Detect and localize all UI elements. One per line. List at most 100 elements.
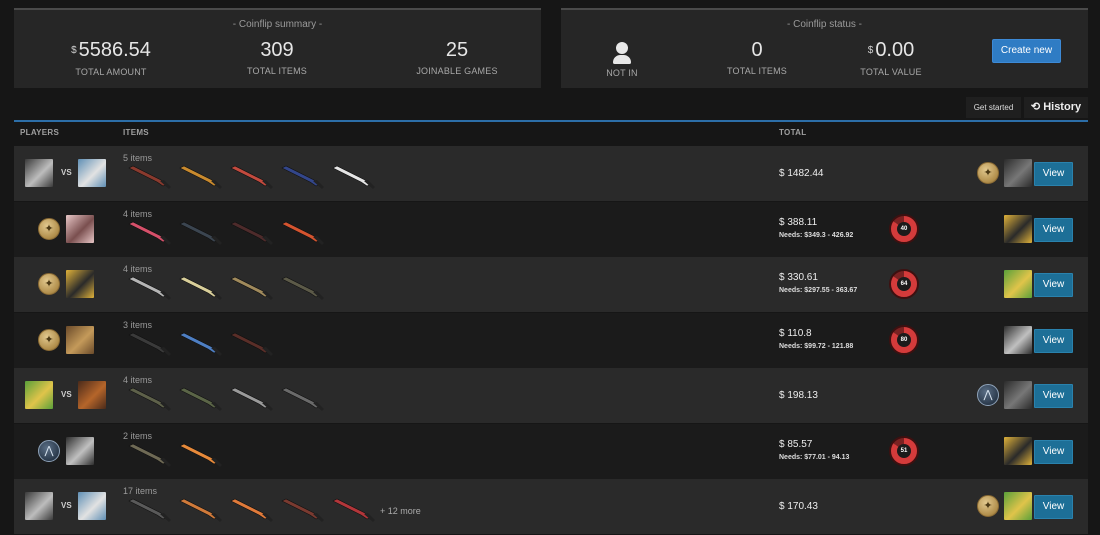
owner-avatar — [1004, 270, 1032, 298]
joinable-games-stat: 25 JOINABLE GAMES — [387, 38, 527, 76]
ct-coin-icon — [977, 384, 999, 406]
needs-range: Needs: $349.3 - 426.92 — [779, 232, 854, 239]
total-amount-stat: $5586.54 TOTAL AMOUNT — [41, 38, 181, 77]
total-amount-value: $5586.54 — [71, 39, 151, 61]
skin-item — [178, 220, 224, 246]
total-value: $ 170.43 — [779, 501, 818, 512]
items-count: 2 items — [123, 431, 153, 441]
view-button[interactable]: View — [1034, 495, 1073, 519]
skin-item — [280, 275, 326, 301]
needs-range: Needs: $297.55 - 363.67 — [779, 287, 858, 294]
joinable-games-label: JOINABLE GAMES — [416, 66, 498, 76]
skin-item — [127, 386, 173, 412]
view-button[interactable]: View — [1034, 273, 1073, 297]
t-coin-icon — [38, 329, 60, 351]
skin-item — [280, 220, 326, 246]
status-total-items-stat: 0 TOTAL ITEMS — [687, 38, 827, 76]
ct-coin-icon — [38, 440, 60, 462]
total-value: $ 198.13 — [779, 390, 818, 401]
coinflip-status-panel: - Coinflip status - NOT IN 0 TOTAL ITEMS… — [561, 8, 1088, 88]
game-row: 4 items $ 330.61 Needs: $297.55 - 363.67 64… — [14, 257, 1088, 312]
create-new-button[interactable]: Create new — [992, 39, 1061, 63]
owner-avatar — [1004, 326, 1032, 354]
skin-item — [127, 164, 173, 190]
history-button[interactable]: ⟲ History — [1024, 97, 1088, 118]
player-two-avatar — [78, 492, 106, 520]
header-players: PLAYERS — [20, 128, 60, 137]
player-avatar — [66, 215, 94, 243]
needs-range: Needs: $77.01 - 94.13 — [779, 454, 850, 461]
view-button[interactable]: View — [1034, 384, 1073, 408]
skin-item — [127, 220, 173, 246]
total-items-label: TOTAL ITEMS — [246, 66, 308, 76]
countdown-value: 64 — [897, 277, 911, 291]
countdown-timer: 64 — [889, 269, 919, 299]
total-value: $ 388.11 — [779, 217, 818, 228]
skin-item — [178, 442, 224, 468]
view-button[interactable]: View — [1034, 218, 1073, 242]
items-count: 4 items — [123, 375, 153, 385]
not-in-label: NOT IN — [606, 68, 638, 78]
owner-avatar — [1004, 437, 1032, 465]
items-count: 4 items — [123, 209, 153, 219]
game-row: 2 items $ 85.57 Needs: $77.01 - 94.13 51 Vie… — [14, 424, 1088, 479]
user-icon — [613, 42, 631, 64]
status-total-items-label: TOTAL ITEMS — [726, 66, 788, 76]
player-avatar — [66, 270, 94, 298]
total-value: $ 85.57 — [779, 439, 813, 450]
skin-item — [229, 331, 275, 357]
status-title: - Coinflip status - — [786, 19, 863, 30]
game-row: VS 5 items $ 1482.44 View — [14, 146, 1088, 201]
countdown-timer: 80 — [889, 325, 919, 355]
owner-avatar — [1004, 492, 1032, 520]
t-coin-icon — [977, 495, 999, 517]
player-one-avatar — [25, 381, 53, 409]
vs-label: VS — [61, 168, 72, 177]
game-row: VS 17 items + 12 more $ 170.43 View — [14, 479, 1088, 534]
items-count: 5 items — [123, 153, 153, 163]
skin-item — [178, 275, 224, 301]
player-avatar — [66, 326, 94, 354]
owner-avatar — [1004, 159, 1032, 187]
divider — [14, 120, 1088, 122]
get-started-button[interactable]: Get started — [966, 97, 1021, 118]
total-value-label: TOTAL VALUE — [860, 66, 922, 77]
game-row: VS 4 items $ 198.13 View — [14, 368, 1088, 423]
view-button[interactable]: View — [1034, 440, 1073, 464]
countdown-value: 80 — [897, 333, 911, 347]
vs-label: VS — [61, 501, 72, 510]
total-value-stat: $0.00 TOTAL VALUE — [821, 38, 961, 77]
skin-item — [280, 497, 326, 523]
skin-item — [229, 386, 275, 412]
owner-avatar — [1004, 381, 1032, 409]
game-row: 3 items $ 110.8 Needs: $99.72 - 121.88 80 Vi… — [14, 313, 1088, 368]
player-avatar — [66, 437, 94, 465]
skin-item — [178, 164, 224, 190]
view-button[interactable]: View — [1034, 162, 1073, 186]
skin-item — [178, 497, 224, 523]
t-coin-icon — [38, 273, 60, 295]
skin-item — [178, 331, 224, 357]
total-items-value: 309 — [260, 39, 294, 61]
countdown-value: 51 — [897, 444, 911, 458]
player-two-avatar — [78, 159, 106, 187]
view-button[interactable]: View — [1034, 329, 1073, 353]
not-in-stat: NOT IN — [552, 38, 692, 78]
skin-item — [331, 497, 377, 523]
player-one-avatar — [25, 492, 53, 520]
needs-range: Needs: $99.72 - 121.88 — [779, 343, 854, 350]
t-coin-icon — [38, 218, 60, 240]
skin-item — [127, 275, 173, 301]
skin-item — [229, 275, 275, 301]
total-value: $ 110.8 — [779, 328, 812, 339]
skin-item — [280, 386, 326, 412]
items-count: 3 items — [123, 320, 153, 330]
status-total-items-value: 0 — [751, 39, 763, 61]
total-amount-label: TOTAL AMOUNT — [75, 66, 147, 77]
summary-title: - Coinflip summary - — [232, 19, 323, 30]
countdown-timer: 40 — [889, 214, 919, 244]
coinflip-summary-panel: - Coinflip summary - $5586.54 TOTAL AMOU… — [14, 8, 541, 88]
game-row: 4 items $ 388.11 Needs: $349.3 - 426.92 40 V… — [14, 202, 1088, 257]
header-items: ITEMS — [123, 128, 149, 137]
history-icon: ⟲ — [1030, 101, 1041, 113]
